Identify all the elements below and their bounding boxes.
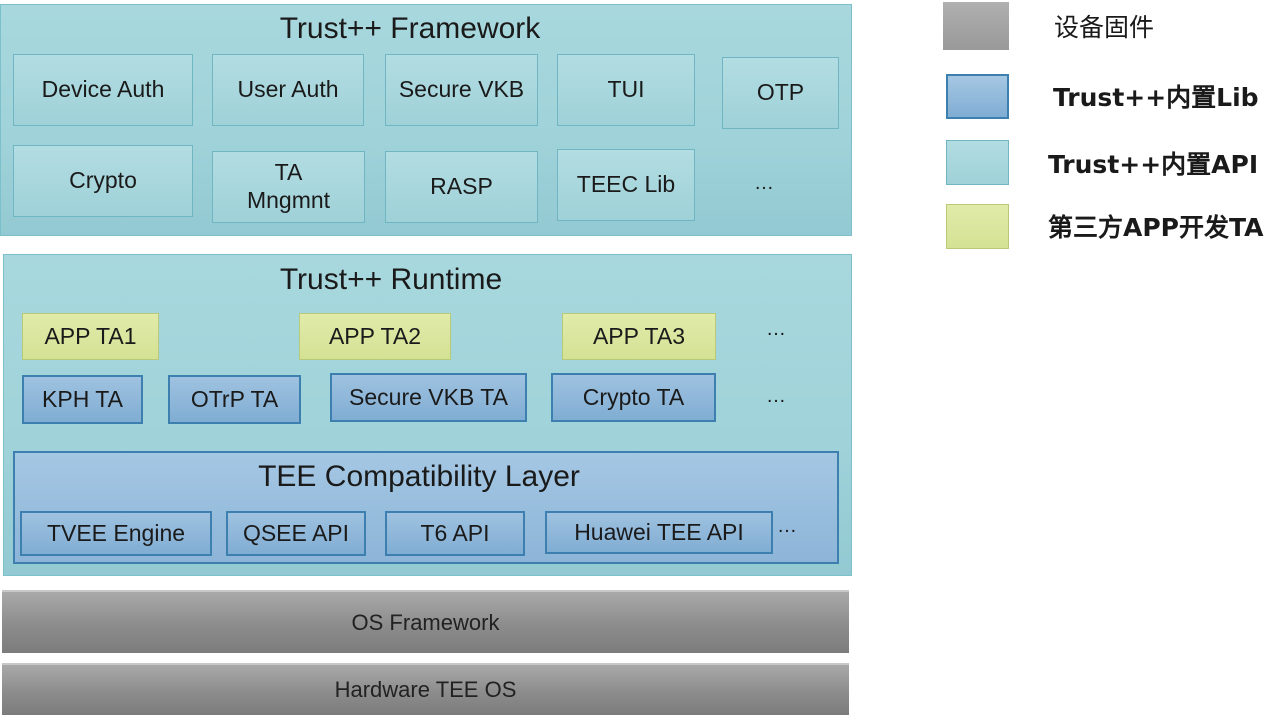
secure-vkb-box: Secure VKB (385, 54, 538, 126)
secure-vkb-ta-box: Secure VKB TA (330, 373, 527, 422)
legend-swatch-firmware (943, 2, 1009, 50)
t6-api-box: T6 API (385, 511, 525, 556)
app-ta2-box: APP TA2 (299, 313, 451, 360)
otp-box: OTP (722, 57, 839, 129)
compat-ellipsis: … (777, 515, 798, 537)
ta-mngmnt-box: TA Mngmnt (212, 151, 365, 223)
legend-label-api: Trust++内置API (1048, 150, 1259, 179)
legend-label-firmware: 设备固件 (1054, 13, 1155, 42)
legend-swatch-third-party-ta (946, 204, 1009, 249)
kph-ta-box: KPH TA (22, 375, 143, 424)
tui-box: TUI (557, 54, 695, 126)
device-auth-box: Device Auth (13, 54, 193, 126)
teec-lib-box: TEEC Lib (557, 149, 695, 221)
framework-title: Trust++ Framework (279, 12, 541, 45)
huawei-tee-api-box: Huawei TEE API (545, 511, 773, 554)
lib-ta-ellipsis: … (766, 385, 787, 407)
compat-title: TEE Compatibility Layer (258, 460, 580, 493)
legend-swatch-lib (946, 74, 1009, 119)
app-ta-ellipsis: … (766, 318, 787, 340)
crypto-ta-box: Crypto TA (551, 373, 716, 422)
framework-ellipsis: … (754, 172, 775, 194)
tvee-engine-box: TVEE Engine (20, 511, 212, 556)
crypto-box: Crypto (13, 145, 193, 217)
os-framework-bar: OS Framework (2, 590, 849, 653)
runtime-title: Trust++ Runtime (279, 263, 503, 296)
app-ta3-box: APP TA3 (562, 313, 716, 360)
qsee-api-box: QSEE API (226, 511, 366, 556)
hardware-tee-os-bar: Hardware TEE OS (2, 663, 849, 715)
user-auth-box: User Auth (212, 54, 364, 126)
rasp-box: RASP (385, 151, 538, 223)
legend-swatch-api (946, 140, 1009, 185)
legend-label-third-party-ta: 第三方APP开发TA (1048, 213, 1264, 242)
legend-label-lib: Trust++内置Lib (1053, 83, 1259, 112)
app-ta1-box: APP TA1 (22, 313, 159, 360)
otrp-ta-box: OTrP TA (168, 375, 301, 424)
